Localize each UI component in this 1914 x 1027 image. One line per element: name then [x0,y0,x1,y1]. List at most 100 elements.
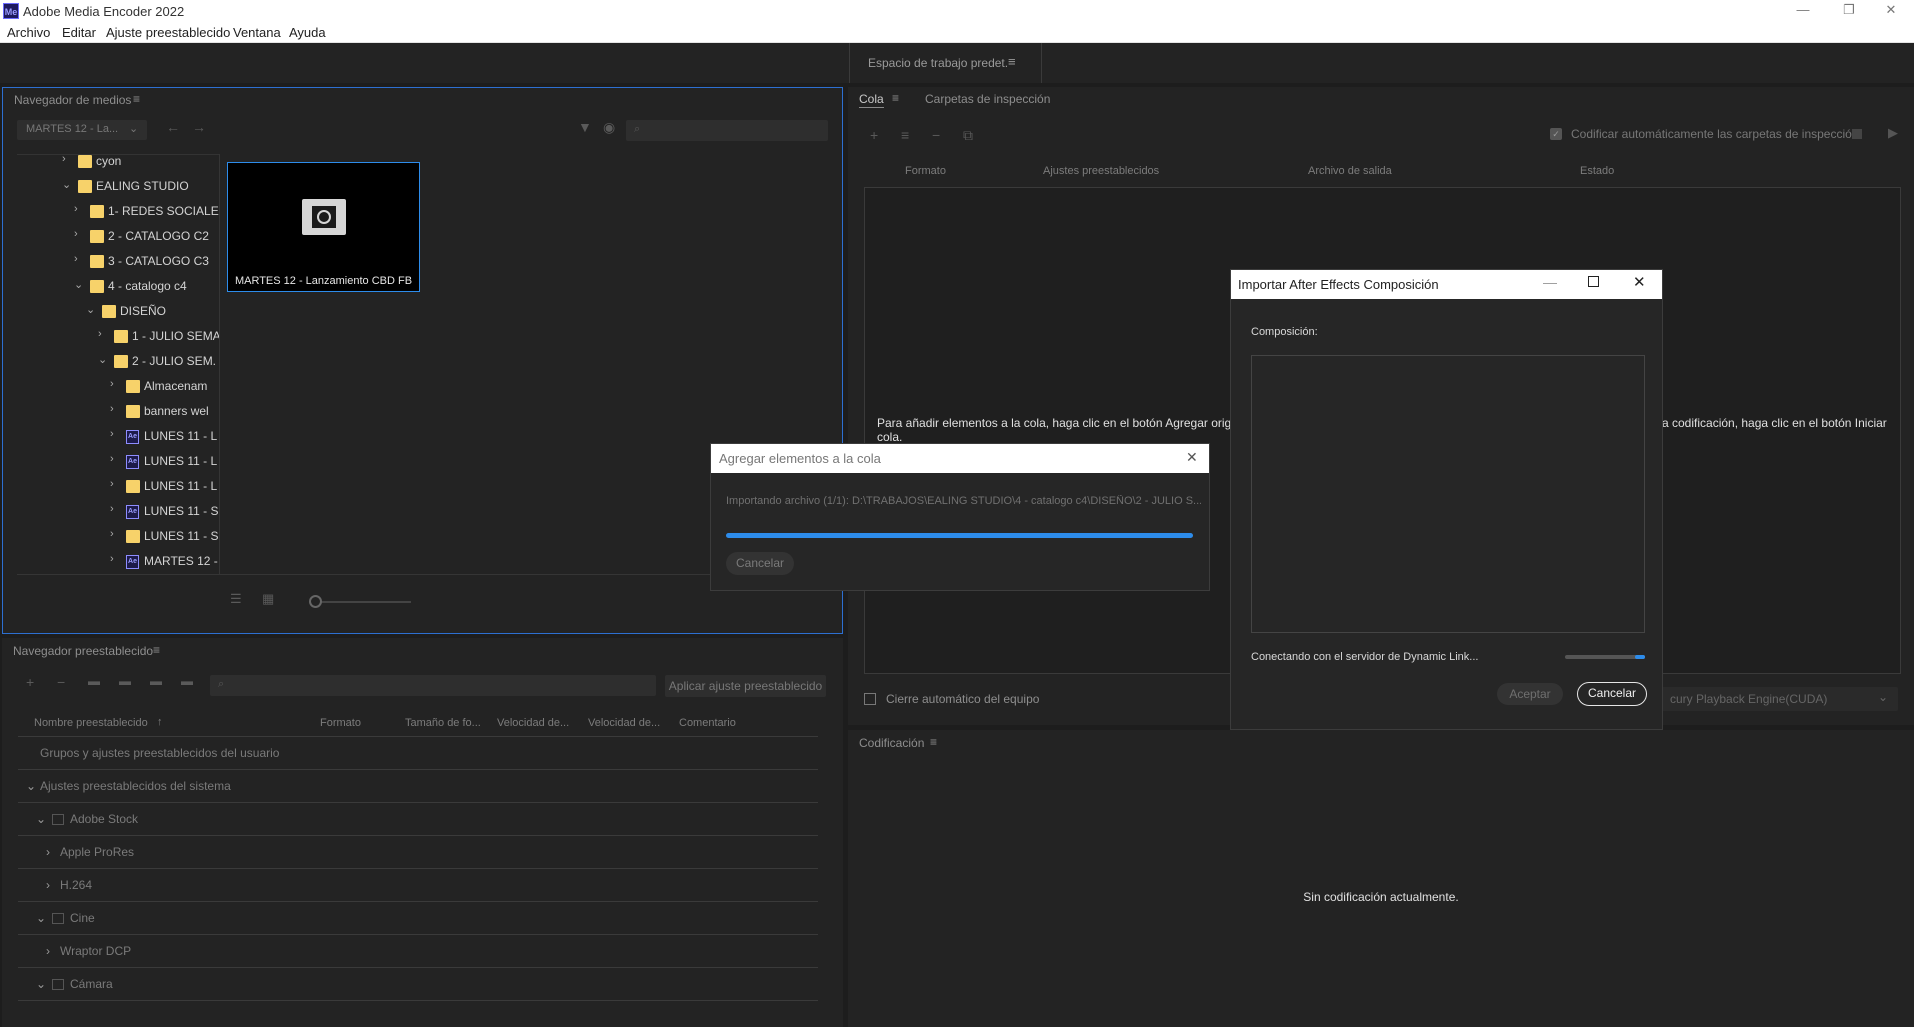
menu-editar[interactable]: Editar [62,25,96,40]
col-comment[interactable]: Comentario [679,717,736,729]
tree-item[interactable]: › Ae MARTES 12 - [17,548,219,573]
chevron-right-icon[interactable]: › [46,869,50,902]
stop-icon[interactable] [1852,129,1862,139]
minimize-icon[interactable]: — [1780,0,1826,22]
chevron-down-icon[interactable]: ⌄ [98,353,108,366]
menu-archivo[interactable]: Archivo [7,25,50,40]
preset-row[interactable]: › Wraptor DCP [18,935,818,968]
tree-item[interactable]: ⌄ 4 - catalogo c4 [17,273,219,298]
composition-list[interactable] [1251,355,1645,633]
zoom-slider-handle[interactable] [309,595,322,608]
location-dropdown[interactable]: MARTES 12 - La... ⌄ [17,120,147,140]
preset-search-input[interactable]: ⌕ [210,675,656,696]
chevron-right-icon[interactable]: › [110,378,120,390]
tree-item[interactable]: › LUNES 11 - S [17,523,219,548]
search-input[interactable]: ⌕ [626,120,828,141]
chevron-right-icon[interactable]: › [46,836,50,869]
shutdown-checkbox[interactable] [864,693,876,705]
duplicate-icon[interactable]: ⧉ [963,127,973,144]
tree-item[interactable]: › cyon [17,155,219,173]
chevron-right-icon[interactable]: › [62,155,72,165]
cancel-button[interactable]: Cancelar [726,552,794,575]
icon-view-icon[interactable]: ▦ [262,591,274,607]
tree-item[interactable]: › Almacenam [17,373,219,398]
remove-icon[interactable]: − [57,674,65,690]
chevron-right-icon[interactable]: › [110,528,120,540]
menu-ajuste-preestablecido[interactable]: Ajuste preestablecido [106,25,230,40]
chevron-down-icon[interactable]: ⌄ [74,278,84,291]
tab-watch-folders[interactable]: Carpetas de inspección [925,92,1050,106]
menu-ventana[interactable]: Ventana [233,25,281,40]
auto-encode-checkbox[interactable]: ✓ [1550,128,1562,140]
chevron-right-icon[interactable]: › [74,253,84,265]
list-view-icon[interactable]: ☰ [230,591,242,607]
preset-row[interactable]: Grupos y ajustes preestablecidos del usu… [18,737,818,770]
tree-item[interactable]: › 1 - JULIO SEMA [17,323,219,348]
restore-icon[interactable]: ❐ [1826,0,1872,22]
workspace-label[interactable]: Espacio de trabajo predet. [868,56,1008,70]
apply-preset-button[interactable]: Aplicar ajuste preestablecido [665,675,826,697]
chevron-down-icon[interactable]: ⌄ [36,968,46,1001]
tree-item[interactable]: › Ae LUNES 11 - L [17,423,219,448]
sort-arrow-icon[interactable]: ↑ [157,716,163,728]
chevron-right-icon[interactable]: › [110,553,120,565]
workspace-menu-icon[interactable]: ≡ [1008,54,1016,69]
preset-row[interactable]: › H.264 [18,869,818,902]
chevron-right-icon[interactable]: › [110,453,120,465]
tree-item[interactable]: › 2 - CATALOGO C2 [17,223,219,248]
chevron-right-icon[interactable]: › [110,428,120,440]
col-status[interactable]: Estado [1580,165,1614,177]
col-presets[interactable]: Ajustes preestablecidos [1043,165,1159,177]
tree-item[interactable]: › Ae LUNES 11 - S [17,498,219,523]
new-group-icon[interactable]: ▬ [88,674,100,688]
col-frame-rate[interactable]: Velocidad de... [497,717,569,729]
preset-row[interactable]: ⌄ Cámara [18,968,818,1001]
col-output-file[interactable]: Archivo de salida [1308,165,1392,177]
chevron-right-icon[interactable]: › [110,503,120,515]
panel-menu-icon[interactable]: ≡ [133,92,140,106]
folder-tree[interactable]: › cyon ⌄ EALING STUDIO › 1- REDES SOCIALES › 2 … [17,154,219,574]
tree-item[interactable]: › 1- REDES SOCIALES [17,198,219,223]
play-icon[interactable]: ▶ [1888,125,1898,141]
preset-row[interactable]: › Apple ProRes [18,836,818,869]
preset-row[interactable]: ⌄ Adobe Stock [18,803,818,836]
panel-menu-icon[interactable]: ≡ [153,643,160,657]
col-format[interactable]: Formato [905,165,946,177]
chevron-right-icon[interactable]: › [74,203,84,215]
tree-item[interactable]: ⌄ 2 - JULIO SEM. [17,348,219,373]
close-icon[interactable]: ✕ [1186,449,1198,466]
export-icon[interactable]: ▬ [181,674,193,688]
panel-menu-icon[interactable]: ≡ [930,735,937,749]
settings-icon[interactable]: ▬ [119,674,131,688]
forward-arrow-icon[interactable]: → [192,119,206,135]
preset-list[interactable]: Grupos y ajustes preestablecidos del usu… [18,736,818,1027]
col-format[interactable]: Formato [320,717,361,729]
col-target-rate[interactable]: Velocidad de... [588,717,660,729]
tree-item[interactable]: › LUNES 11 - L [17,473,219,498]
settings-icon[interactable]: ≡ [901,127,909,143]
tree-item[interactable]: › 3 - CATALOGO C3 [17,248,219,273]
chevron-down-icon[interactable]: ⌄ [36,902,46,935]
chevron-right-icon[interactable]: › [110,478,120,490]
renderer-dropdown[interactable]: cury Playback Engine(CUDA) ⌄ [1658,687,1898,711]
tree-item[interactable]: ⌄ EALING STUDIO [17,173,219,198]
tree-item[interactable]: › Ae LUNES 11 - L [17,448,219,473]
tree-item[interactable]: › banners wel [17,398,219,423]
import-icon[interactable]: ▬ [150,674,162,688]
add-source-icon[interactable]: + [870,127,878,143]
close-icon[interactable]: ✕ [1868,0,1914,22]
minimize-icon[interactable]: — [1543,274,1557,290]
chevron-right-icon[interactable]: › [74,228,84,240]
maximize-icon[interactable] [1588,276,1599,287]
preset-row[interactable]: ⌄ Ajustes preestablecidos del sistema [18,770,818,803]
add-icon[interactable]: + [26,674,34,690]
col-frame-size[interactable]: Tamaño de fo... [405,717,481,729]
remove-icon[interactable]: − [932,127,940,143]
chevron-down-icon[interactable]: ⌄ [36,803,46,836]
chevron-right-icon[interactable]: › [98,328,108,340]
eye-icon[interactable]: ◉ [603,119,615,136]
preset-row[interactable]: ⌄ Cine [18,902,818,935]
filter-icon[interactable]: ▼ [578,119,592,135]
chevron-right-icon[interactable]: › [46,935,50,968]
zoom-slider[interactable] [311,601,411,603]
